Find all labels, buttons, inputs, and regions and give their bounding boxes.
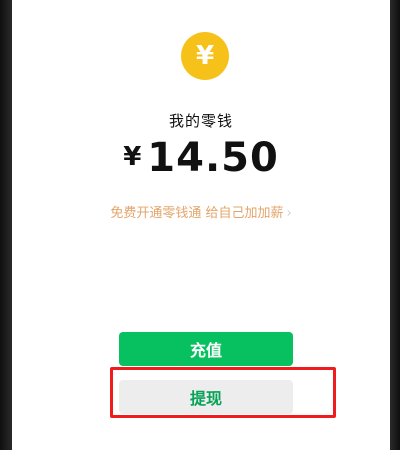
promo-text: 免费开通零钱通 给自己加加薪 (110, 206, 284, 221)
withdraw-highlight-box (110, 367, 336, 418)
page-title: 我的零钱 (168, 112, 233, 130)
currency-symbol: ¥ (123, 142, 142, 172)
balance-amount: ¥14.50 (12, 138, 390, 178)
recharge-button[interactable]: 充值 (119, 332, 293, 366)
balance-value: 14.50 (147, 135, 279, 181)
chevron-right-icon: › (286, 206, 292, 221)
yen-coin-icon: ¥ (181, 32, 229, 80)
wallet-screen: ¥ 我的零钱 ¥14.50 免费开通零钱通 给自己加加薪 › 充值 提现 (12, 0, 390, 450)
phone-bezel-left (0, 0, 12, 450)
phone-frame: ¥ 我的零钱 ¥14.50 免费开通零钱通 给自己加加薪 › 充值 提现 (0, 0, 400, 450)
promo-link[interactable]: 免费开通零钱通 给自己加加薪 › (12, 202, 390, 221)
phone-bezel-right (390, 0, 400, 450)
